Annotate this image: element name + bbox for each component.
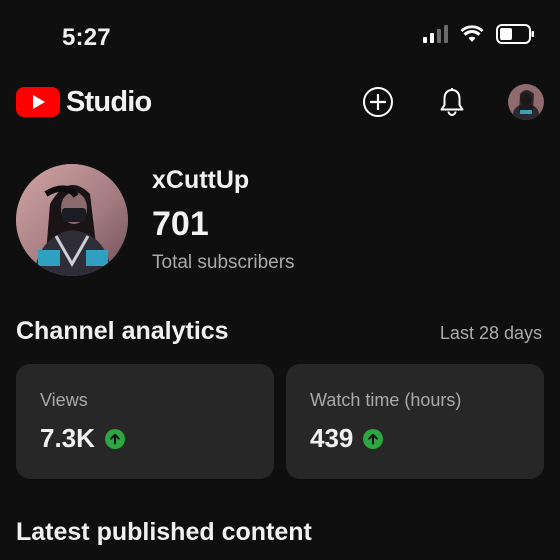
battery-icon xyxy=(496,24,536,44)
avatar-image xyxy=(508,84,544,120)
create-button[interactable] xyxy=(360,84,396,120)
add-circle-icon xyxy=(363,87,393,117)
trend-up-icon xyxy=(363,428,384,449)
channel-avatar[interactable] xyxy=(16,164,128,276)
channel-summary: xCuttUp 701 Total subscribers xyxy=(16,164,295,276)
latest-content-title: Latest published content xyxy=(16,518,312,546)
channel-name: xCuttUp xyxy=(152,166,250,194)
watch-time-card[interactable]: Watch time (hours) 439 xyxy=(286,364,544,479)
analytics-title: Channel analytics xyxy=(16,317,229,345)
views-card[interactable]: Views 7.3K xyxy=(16,364,274,479)
header-actions xyxy=(360,84,544,120)
views-label: Views xyxy=(40,390,88,410)
status-icons xyxy=(423,24,536,44)
bell-icon xyxy=(440,88,464,116)
views-value: 7.3K xyxy=(40,423,95,453)
youtube-play-icon xyxy=(16,87,60,117)
logo-text: Studio xyxy=(66,85,152,118)
channel-info: xCuttUp 701 Total subscribers xyxy=(152,166,295,274)
account-avatar[interactable] xyxy=(508,84,544,120)
views-value-row: 7.3K xyxy=(40,423,250,454)
watch-time-label: Watch time (hours) xyxy=(310,390,462,410)
notifications-button[interactable] xyxy=(434,84,470,120)
cellular-signal-icon xyxy=(423,25,448,43)
trend-up-icon xyxy=(104,428,125,449)
studio-logo[interactable]: Studio xyxy=(16,85,152,119)
wifi-icon xyxy=(460,25,484,43)
app-header: Studio xyxy=(16,82,544,122)
status-time: 5:27 xyxy=(62,24,111,51)
watch-time-value-row: 439 xyxy=(310,423,520,454)
analytics-cards: Views 7.3K Watch time (hours) 439 xyxy=(16,364,544,479)
channel-avatar-image xyxy=(16,164,128,276)
subscriber-label: Total subscribers xyxy=(152,252,295,273)
subscriber-count: 701 xyxy=(152,205,209,243)
watch-time-value: 439 xyxy=(310,423,354,453)
date-range-selector[interactable]: Last 28 days xyxy=(440,323,542,344)
